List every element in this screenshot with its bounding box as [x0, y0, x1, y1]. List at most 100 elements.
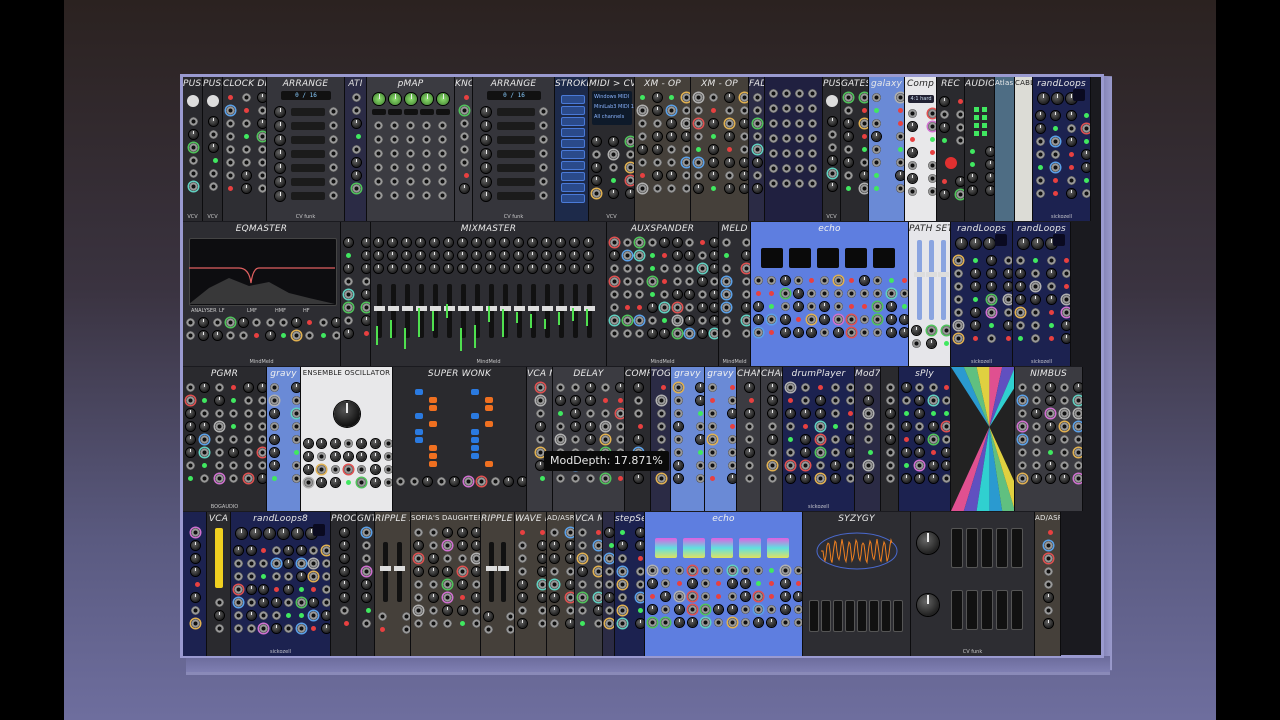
jack[interactable] [536, 396, 545, 405]
sequence-cell[interactable] [415, 437, 423, 443]
jack[interactable] [594, 567, 602, 576]
knob[interactable] [199, 318, 208, 327]
knob[interactable] [191, 554, 200, 563]
knob[interactable] [186, 448, 195, 457]
jack[interactable] [244, 422, 253, 431]
jack[interactable] [414, 528, 423, 537]
module-blank[interactable] [951, 367, 1015, 511]
knob[interactable] [429, 554, 438, 563]
jack[interactable] [708, 435, 717, 444]
jack[interactable] [472, 554, 480, 563]
knob[interactable] [270, 435, 279, 444]
knob[interactable] [767, 618, 776, 627]
stroke-slot[interactable] [561, 128, 585, 137]
jack[interactable] [795, 179, 804, 188]
jack[interactable] [234, 572, 243, 581]
level-fader[interactable] [966, 528, 978, 568]
knob[interactable] [504, 477, 513, 486]
jack[interactable] [753, 119, 762, 128]
module-push[interactable]: PUSHVCV [183, 77, 203, 221]
knob[interactable] [586, 383, 595, 392]
jack[interactable] [794, 618, 802, 627]
knob[interactable] [592, 163, 601, 172]
jack[interactable] [229, 474, 238, 483]
jack[interactable] [623, 238, 632, 247]
module-cable-color-key[interactable]: CABLE COLOR KEY [1015, 77, 1033, 221]
jack[interactable] [402, 625, 410, 634]
jack[interactable] [390, 149, 399, 158]
jack[interactable] [634, 396, 643, 405]
knob[interactable] [284, 559, 293, 568]
jack[interactable] [725, 119, 734, 128]
jack[interactable] [956, 123, 964, 132]
jack[interactable] [374, 177, 383, 186]
sequence-cell[interactable] [471, 445, 479, 451]
knob[interactable] [661, 592, 670, 601]
jack[interactable] [927, 326, 936, 335]
knob[interactable] [189, 130, 198, 139]
module-rec[interactable]: REC [937, 77, 965, 221]
jack[interactable] [698, 316, 707, 325]
module-atlas-postcards[interactable]: Atlas postcards [995, 77, 1015, 221]
channel-knob[interactable] [430, 251, 439, 260]
loop-knob[interactable] [984, 238, 995, 249]
jack[interactable] [438, 135, 447, 144]
jack[interactable] [661, 579, 670, 588]
jack[interactable] [795, 89, 804, 98]
knob[interactable] [234, 546, 243, 555]
knob[interactable] [481, 107, 491, 117]
jack[interactable] [538, 580, 546, 589]
module-pgmr[interactable]: PGMR BOGAUDIO [183, 367, 267, 511]
jack[interactable] [406, 163, 415, 172]
jack[interactable] [701, 579, 710, 588]
module-echo[interactable]: echo [645, 512, 803, 656]
jack[interactable] [740, 132, 748, 141]
knob[interactable] [186, 435, 195, 444]
jack[interactable] [657, 474, 666, 483]
jack[interactable] [329, 149, 338, 158]
jack[interactable] [429, 541, 438, 550]
knob[interactable] [275, 163, 285, 173]
jack[interactable] [539, 121, 548, 130]
jack[interactable] [1036, 137, 1045, 146]
jack[interactable] [344, 439, 353, 448]
channel-knob[interactable] [542, 264, 551, 273]
knob[interactable] [297, 572, 306, 581]
jack[interactable] [954, 308, 963, 317]
jack[interactable] [1074, 435, 1082, 444]
jack[interactable] [831, 409, 840, 418]
knob[interactable] [667, 171, 676, 180]
jack[interactable] [795, 104, 804, 113]
jack[interactable] [292, 435, 300, 444]
knob[interactable] [768, 409, 777, 418]
jack[interactable] [258, 132, 266, 141]
module-chances[interactable]: CHANCES [761, 367, 783, 511]
knob[interactable] [186, 409, 195, 418]
knob[interactable] [846, 435, 854, 444]
module-blank[interactable] [183, 512, 207, 656]
knob[interactable] [518, 477, 526, 486]
jack[interactable] [1074, 409, 1082, 418]
jack[interactable] [908, 109, 917, 118]
module-xm-op[interactable]: XM - OP [635, 77, 691, 221]
jack[interactable] [626, 176, 634, 185]
knob[interactable] [592, 137, 601, 146]
knob[interactable] [696, 396, 704, 405]
jack[interactable] [623, 251, 632, 260]
jack[interactable] [623, 264, 632, 273]
jack[interactable] [390, 191, 399, 200]
jack[interactable] [539, 149, 548, 158]
jack[interactable] [1018, 409, 1027, 418]
knob[interactable] [344, 452, 353, 461]
knob[interactable] [768, 435, 777, 444]
jack[interactable] [1074, 422, 1082, 431]
knob[interactable] [673, 238, 682, 247]
knob[interactable] [460, 184, 469, 193]
jack[interactable] [616, 422, 624, 431]
jack[interactable] [808, 179, 817, 188]
jack[interactable] [1036, 176, 1045, 185]
jack[interactable] [674, 396, 683, 405]
channel-knob[interactable] [374, 251, 383, 260]
jack[interactable] [429, 619, 438, 628]
syzygy-fader[interactable] [833, 600, 843, 632]
